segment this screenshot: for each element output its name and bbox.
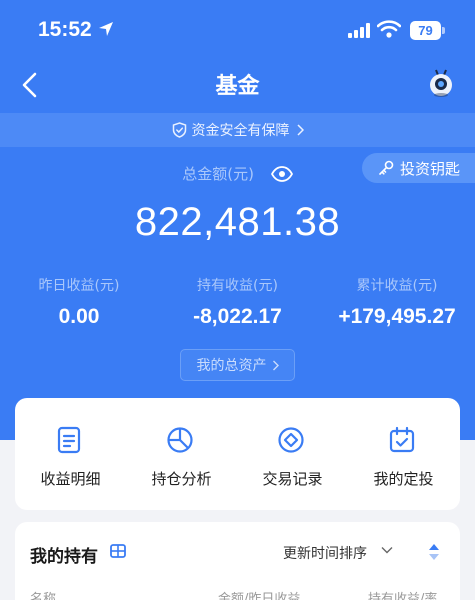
stat-value: -8,022.17: [193, 305, 282, 328]
stat-label: 累计收益(元): [356, 278, 438, 294]
chevron-down-icon[interactable]: [381, 546, 393, 554]
safety-banner-text: 资金安全有保障: [191, 123, 290, 139]
total-assets-label: 我的总资产: [196, 358, 267, 374]
quick-action-earnings-detail[interactable]: 收益明细: [15, 398, 126, 510]
chevron-right-icon: [272, 360, 279, 370]
holdings-card: 我的持有 更新时间排序 名称 金额/昨日收益 持有收益/率: [15, 522, 460, 600]
column-header-amount: 金额/昨日收益: [218, 592, 301, 600]
holdings-title: 我的持有: [30, 547, 98, 567]
column-header-name: 名称: [30, 592, 57, 600]
battery-nub: [442, 27, 445, 34]
document-icon: [57, 426, 81, 454]
quick-action-label: 收益明细: [40, 470, 101, 488]
total-amount-label-row: 总金额(元): [0, 163, 475, 184]
cellular-signal-icon: [348, 23, 370, 38]
battery-indicator: 79: [410, 21, 441, 40]
quick-action-label: 我的定投: [373, 470, 434, 488]
chevron-right-icon: [296, 124, 304, 136]
total-amount-label: 总金额(元): [182, 165, 254, 183]
holding-earnings: 持有收益(元) -8,022.17: [165, 275, 310, 329]
stat-value: +179,495.27: [338, 305, 456, 328]
quick-action-position-analysis[interactable]: 持仓分析: [126, 398, 237, 510]
eye-icon[interactable]: [270, 165, 293, 182]
quick-action-trade-records[interactable]: 交易记录: [237, 398, 348, 510]
column-header-holding-return: 持有收益/率: [368, 592, 438, 600]
pie-chart-icon: [167, 427, 193, 453]
stat-label: 持有收益(元): [197, 278, 278, 294]
page-title: 基金: [215, 74, 260, 99]
quick-action-my-auto-invest[interactable]: 我的定投: [348, 398, 459, 510]
stat-label: 昨日收益(元): [38, 278, 120, 294]
holdings-grid-icon[interactable]: [110, 543, 126, 559]
stat-value: 0.00: [58, 305, 100, 328]
quick-action-label: 持仓分析: [151, 470, 212, 488]
sort-dropdown[interactable]: 更新时间排序: [283, 543, 367, 563]
total-assets-button[interactable]: 我的总资产: [180, 349, 295, 381]
quick-action-label: 交易记录: [262, 470, 323, 488]
yesterday-earnings: 昨日收益(元) 0.00: [18, 275, 140, 329]
calendar-check-icon: [389, 426, 415, 453]
quick-actions-card: 收益明细 持仓分析 交易记录 我的定投: [15, 398, 460, 510]
status-time: 15:52: [38, 18, 92, 41]
sort-order-icon[interactable]: [428, 543, 440, 561]
trade-record-icon: [278, 427, 304, 453]
cumulative-earnings: 累计收益(元) +179,495.27: [322, 275, 472, 329]
status-bar: 15:52 79: [0, 0, 475, 60]
total-amount-value: 822,481.38: [134, 200, 341, 244]
location-arrow-icon: [99, 22, 113, 36]
fund-safety-banner[interactable]: 资金安全有保障: [0, 113, 475, 147]
wifi-icon: [377, 20, 401, 38]
mascot-assistant-icon[interactable]: [428, 68, 454, 98]
shield-check-icon: [172, 122, 186, 138]
